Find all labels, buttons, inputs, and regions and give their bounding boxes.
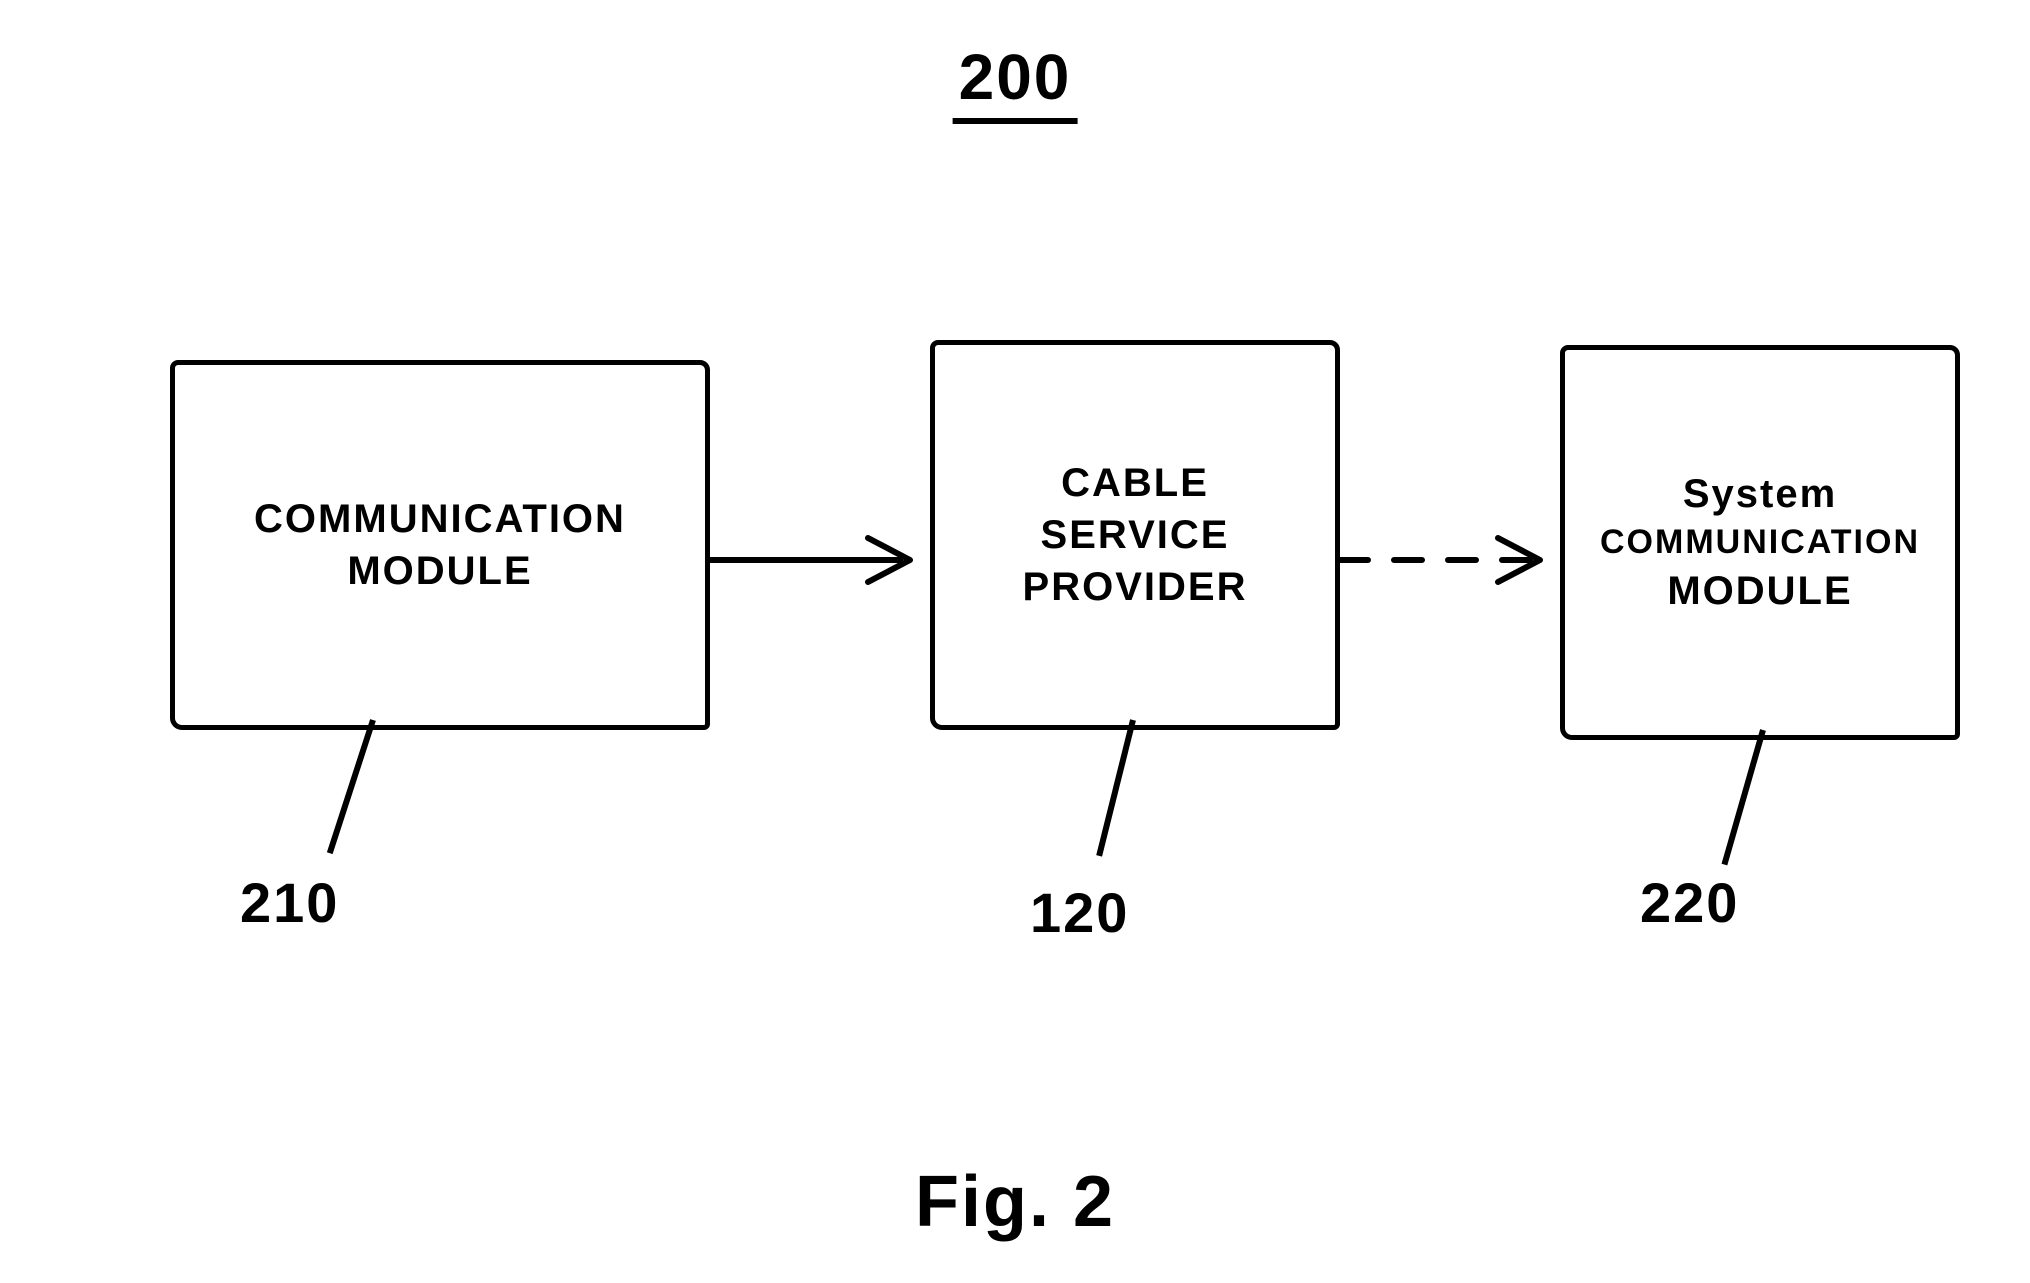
block-left-line2: MODULE <box>347 545 532 597</box>
figure-caption: Fig. 2 <box>915 1161 1115 1243</box>
leader-left <box>327 719 376 854</box>
figure-number: 200 <box>953 40 1078 124</box>
block-center-line3: PROVIDER <box>1023 561 1248 613</box>
block-cable-service-provider: CABLE SERVICE PROVIDER <box>930 340 1340 730</box>
diagram-canvas: 200 COMMUNICATION MODULE 210 CABLE SERVI… <box>0 0 2030 1283</box>
arrow-center-to-right <box>1340 530 1560 590</box>
block-right-line1: System <box>1683 468 1837 520</box>
ref-left: 210 <box>240 870 339 935</box>
leader-center <box>1096 719 1136 856</box>
block-communication-module: COMMUNICATION MODULE <box>170 360 710 730</box>
leader-right <box>1722 729 1766 865</box>
block-center-line1: CABLE <box>1061 457 1209 509</box>
block-right-line2: COMMUNICATION <box>1600 520 1920 564</box>
arrow-left-to-center <box>710 530 930 590</box>
ref-right: 220 <box>1640 870 1739 935</box>
block-right-line3: MODULE <box>1667 565 1852 617</box>
ref-center: 120 <box>1030 880 1129 945</box>
block-left-line1: COMMUNICATION <box>254 493 626 545</box>
block-system-communication-module: System COMMUNICATION MODULE <box>1560 345 1960 740</box>
block-center-line2: SERVICE <box>1041 509 1230 561</box>
